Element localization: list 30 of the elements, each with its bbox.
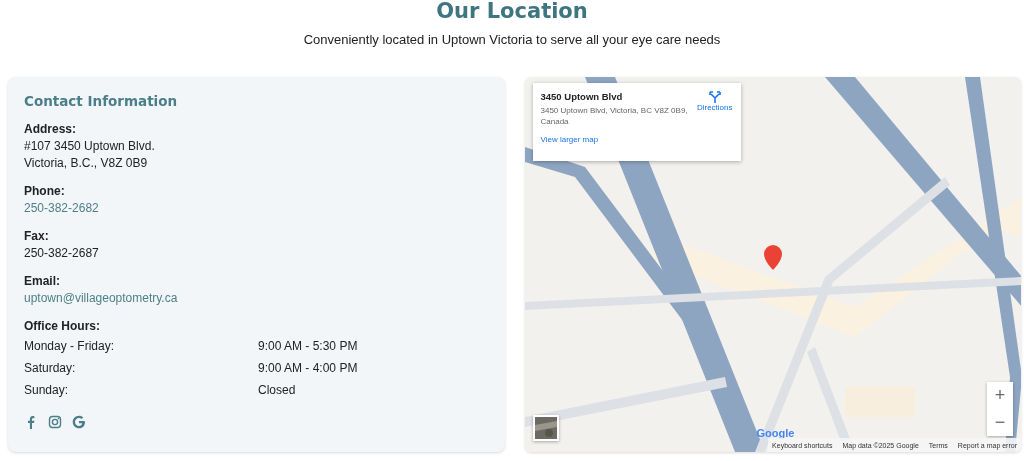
field-label: Phone: <box>24 183 66 200</box>
field-label: Fax: <box>24 228 50 245</box>
section-title: Our Location <box>436 0 588 22</box>
hours-time: 9:00 AM - 4:00 PM <box>258 360 358 377</box>
map-type-button[interactable] <box>532 415 559 441</box>
hours-day: Monday - Friday: <box>24 335 258 357</box>
hours-day: Sunday: <box>24 379 258 401</box>
instagram-icon[interactable] <box>48 415 62 429</box>
larger-map-link[interactable]: View larger map <box>540 135 693 144</box>
place-title: 3450 Uptown Blvd <box>540 91 624 102</box>
field-label: Office Hours: <box>24 318 101 335</box>
field-value: Victoria, B.C., V8Z 0B9 <box>24 155 149 172</box>
directions-button[interactable]: Directions <box>696 91 733 119</box>
zoom-in-button[interactable]: + <box>987 382 1013 409</box>
field-value: 250-382-2687 <box>24 245 100 262</box>
hours-day: Saturday: <box>24 357 258 379</box>
directions-icon <box>708 91 721 103</box>
google-icon[interactable] <box>72 415 86 429</box>
field-label: Email: <box>24 273 61 290</box>
place-address: 3450 Uptown Blvd, Victoria, BC V8Z 0B9, Canada <box>540 105 689 127</box>
field-label: Address: <box>24 121 77 138</box>
section-subtitle: Conveniently located in Uptown Victoria to serve all your eye care needs <box>303 32 721 47</box>
map-logo: Google <box>756 427 795 439</box>
hours-time: 9:00 AM - 5:30 PM <box>258 338 358 355</box>
contact-link[interactable]: 250-382-2682 <box>24 201 99 215</box>
contact-link[interactable]: uptown@villageoptometry.ca <box>24 291 178 305</box>
field-value: #107 3450 Uptown Blvd. <box>24 138 156 155</box>
hours-time: Closed <box>258 382 296 399</box>
card-title: Contact Information <box>24 93 179 109</box>
zoom-out-button[interactable]: − <box>987 409 1013 436</box>
